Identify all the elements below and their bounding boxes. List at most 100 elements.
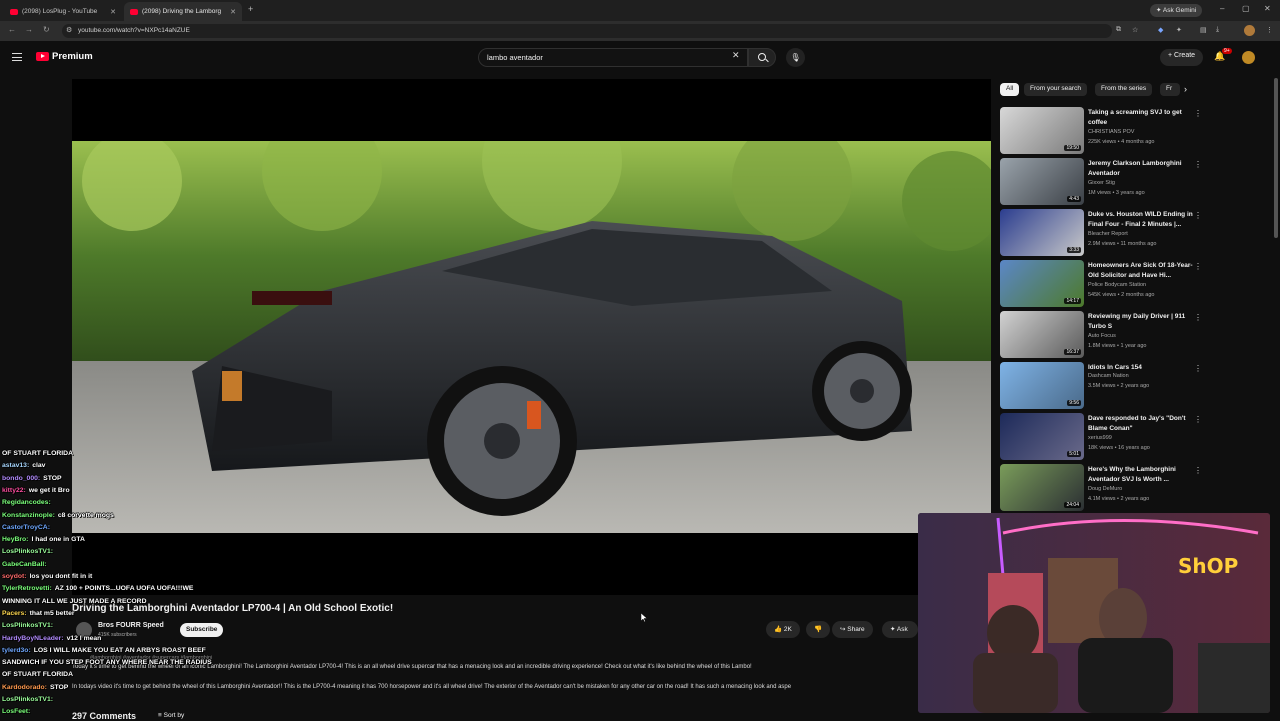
more-options-icon[interactable]: ⋮ (1194, 313, 1202, 322)
browser-menu-icon[interactable]: ⋮ (1266, 26, 1273, 34)
chat-username[interactable]: LosPlinkosTV1: (2, 696, 53, 703)
rec-title[interactable]: Duke vs. Houston WILD Ending in Final Fo… (1088, 210, 1196, 230)
rec-channel[interactable]: Bleacher Report (1088, 231, 1128, 237)
recommendation-item[interactable]: 3:33 Duke vs. Houston WILD Ending in Fin… (1000, 209, 1202, 257)
video-thumbnail[interactable]: 24:04 (1000, 464, 1084, 511)
bookmark-star-icon[interactable]: ☆ (1132, 26, 1138, 34)
more-options-icon[interactable]: ⋮ (1194, 262, 1202, 271)
chat-username[interactable]: Kardodorado: (2, 684, 47, 691)
rec-channel[interactable]: Gixxer Stig (1088, 180, 1115, 186)
chevron-right-icon[interactable]: › (1184, 84, 1187, 94)
create-button[interactable]: + Create (1160, 49, 1204, 66)
chip-from-your-search[interactable]: From your search (1024, 83, 1087, 96)
install-icon[interactable]: ⧉ (1116, 26, 1121, 34)
chat-username[interactable]: LosFeet: (2, 708, 30, 715)
youtube-premium-logo[interactable]: Premium (36, 51, 93, 62)
chat-username[interactable]: Regidancodes: (2, 499, 51, 506)
rec-title[interactable]: Idiots In Cars 154 (1088, 363, 1196, 373)
chat-username[interactable]: kitty22: (2, 487, 26, 494)
video-thumbnail[interactable]: 16:37 (1000, 311, 1084, 358)
back-icon[interactable]: ← (8, 25, 16, 34)
rec-title[interactable]: Here's Why the Lamborghini Aventador SVJ… (1088, 465, 1196, 485)
forward-icon[interactable]: → (25, 25, 33, 34)
rec-channel[interactable]: Auto Focus (1088, 333, 1116, 339)
more-options-icon[interactable]: ⋮ (1194, 364, 1202, 373)
recommendation-item[interactable]: 14:17 Homeowners Are Sick Of 18-Year-Old… (1000, 260, 1202, 308)
more-options-icon[interactable]: ⋮ (1194, 109, 1202, 118)
recommendation-item[interactable]: 24:04 Here's Why the Lamborghini Aventad… (1000, 464, 1202, 512)
more-options-icon[interactable]: ⋮ (1194, 211, 1202, 220)
sidepanel-icon[interactable]: ▤ (1200, 26, 1207, 34)
close-icon[interactable]: ✕ (230, 8, 236, 16)
window-close-icon[interactable]: ✕ (1264, 4, 1271, 13)
close-icon[interactable]: ✕ (110, 8, 116, 16)
rec-channel[interactable]: CHRISTIANS POV (1088, 129, 1134, 135)
more-options-icon[interactable]: ⋮ (1194, 466, 1202, 475)
search-button[interactable] (748, 48, 776, 67)
extension-icon[interactable]: ◆ (1158, 26, 1163, 34)
voice-search-mic-icon[interactable]: 🎙 (786, 48, 805, 67)
rec-title[interactable]: Dave responded to Jay's "Don't Blame Con… (1088, 414, 1196, 434)
rec-channel[interactable]: Police Bodycam Station (1088, 282, 1146, 288)
rec-title[interactable]: Reviewing my Daily Driver | 911 Turbo S (1088, 312, 1196, 332)
rec-title[interactable]: Taking a screaming SVJ to get coffee (1088, 108, 1196, 128)
site-info-icon[interactable]: ⚙ (66, 26, 72, 34)
chat-username[interactable]: HeyBro: (2, 536, 28, 543)
video-thumbnail[interactable]: 3:33 (1000, 209, 1084, 256)
share-button[interactable]: ↪ Share (832, 621, 873, 638)
user-avatar[interactable] (1242, 51, 1255, 64)
chip-more[interactable]: Fr (1160, 83, 1180, 96)
rec-channel[interactable]: xerius999 (1088, 435, 1112, 441)
new-tab-icon[interactable]: + (248, 4, 253, 14)
tab-losplug[interactable]: (2098) LosPlug - YouTube ✕ (4, 2, 122, 21)
video-thumbnail[interactable]: 19:50 (1000, 107, 1084, 154)
clear-search-icon[interactable]: ✕ (732, 50, 740, 61)
chat-username[interactable]: Pacers: (2, 610, 27, 617)
profile-avatar-icon[interactable] (1244, 25, 1255, 36)
extensions-puzzle-icon[interactable]: ✦ (1176, 26, 1182, 34)
ask-gemini-button[interactable]: ✦ Ask Gemini (1150, 4, 1203, 17)
video-thumbnail[interactable]: 5:01 (1000, 413, 1084, 460)
chat-username[interactable]: tylerd3o: (2, 647, 31, 654)
rec-title[interactable]: Homeowners Are Sick Of 18-Year-Old Solic… (1088, 261, 1196, 281)
page-scrollbar[interactable] (1274, 78, 1278, 238)
downloads-icon[interactable]: ⤓ (1216, 26, 1219, 34)
recommendation-item[interactable]: 9:56 Idiots In Cars 154 Dashcam Nation 3… (1000, 362, 1202, 410)
like-button[interactable]: 👍 2K (766, 621, 800, 638)
chat-username[interactable]: GabeCanBall: (2, 561, 47, 568)
hamburger-menu-icon[interactable] (12, 53, 22, 61)
chip-from-the-series[interactable]: From the series (1095, 83, 1153, 96)
recommendation-item[interactable]: 16:37 Reviewing my Daily Driver | 911 Tu… (1000, 311, 1202, 359)
chat-username[interactable]: LosPlinkosTV1: (2, 548, 53, 555)
search-input[interactable]: lambo aventador (478, 48, 748, 67)
chat-username[interactable]: CastorTroyCA: (2, 524, 50, 531)
chat-username[interactable]: soydot: (2, 573, 27, 580)
more-options-icon[interactable]: ⋮ (1194, 160, 1202, 169)
chat-username[interactable]: TylerRetrovetti: (2, 585, 52, 592)
chat-username[interactable]: bondo_000: (2, 475, 40, 482)
rec-channel[interactable]: Doug DeMuro (1088, 486, 1122, 492)
chat-username[interactable]: LosPlinkosTV1: (2, 622, 53, 629)
url-field[interactable]: youtube.com/watch?v=NXPc14aNZUE (62, 24, 1112, 38)
minimize-icon[interactable]: – (1220, 4, 1224, 13)
video-thumbnail[interactable]: 14:17 (1000, 260, 1084, 307)
video-thumbnail[interactable]: 4:43 (1000, 158, 1084, 205)
recommendation-item[interactable]: 4:43 Jeremy Clarkson Lamborghini Aventad… (1000, 158, 1202, 206)
tab-driving-lamborghini[interactable]: (2098) Driving the Lamborg ✕ (124, 2, 242, 21)
video-thumbnail[interactable]: 9:56 (1000, 362, 1084, 409)
rec-meta: 1.8M views • 1 year ago (1088, 343, 1147, 349)
chip-all[interactable]: All (1000, 83, 1020, 96)
chat-text: v12 I mean (66, 634, 102, 642)
recommendation-item[interactable]: 19:50 Taking a screaming SVJ to get coff… (1000, 107, 1202, 155)
maximize-icon[interactable]: ▢ (1242, 4, 1250, 13)
reload-icon[interactable]: ↻ (43, 25, 50, 34)
rec-title[interactable]: Jeremy Clarkson Lamborghini Aventador (1088, 159, 1196, 179)
rec-channel[interactable]: Dashcam Nation (1088, 373, 1129, 379)
more-options-icon[interactable]: ⋮ (1194, 415, 1202, 424)
recommendation-item[interactable]: 5:01 Dave responded to Jay's "Don't Blam… (1000, 413, 1202, 461)
chat-username[interactable]: astav13: (2, 462, 29, 469)
chat-username[interactable]: HardyBoyNLeader: (2, 635, 64, 642)
ask-button[interactable]: ✦ Ask (882, 621, 918, 638)
chat-username[interactable]: Konstanzinople: (2, 512, 55, 519)
dislike-button[interactable]: 👎 (806, 621, 831, 638)
